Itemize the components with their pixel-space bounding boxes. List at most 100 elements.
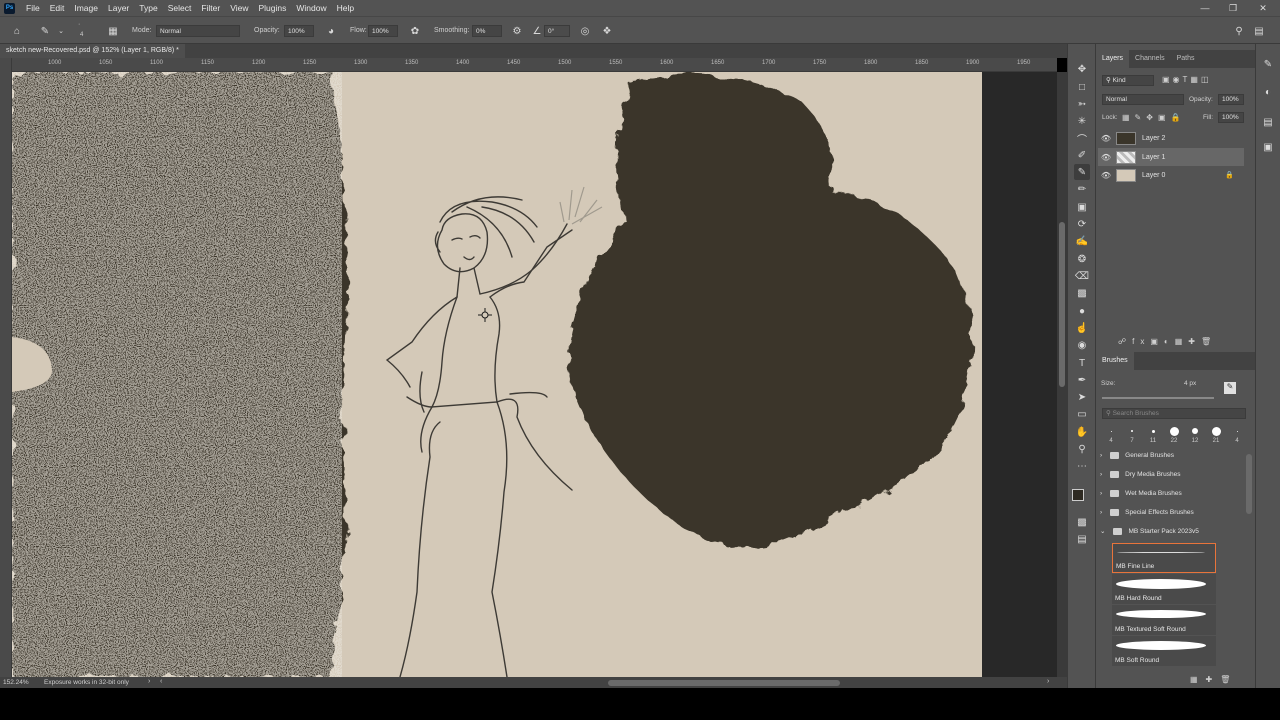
- menu-select[interactable]: Select: [163, 3, 197, 13]
- brush-settings-icon[interactable]: ▦: [106, 24, 120, 38]
- document-tab[interactable]: sketch new-Recovered.psd @ 152% (Layer 1…: [0, 44, 185, 58]
- layer-filter-select[interactable]: ⚲ Kind: [1102, 75, 1154, 86]
- brush-tool-icon[interactable]: ✎: [1074, 164, 1090, 180]
- tab-brushes[interactable]: Brushes: [1096, 352, 1134, 370]
- screen-mode-icon[interactable]: ▤: [1074, 531, 1090, 547]
- dodge-tool-icon[interactable]: ◉: [1074, 337, 1090, 353]
- libraries-panel-icon[interactable]: ▣: [1260, 139, 1276, 155]
- art-history-brush-icon[interactable]: ❂: [1074, 251, 1090, 267]
- brush-folder[interactable]: ⌄ MB Starter Pack 2023v5: [1100, 523, 1240, 539]
- smudge-tool-icon[interactable]: ☝: [1074, 320, 1090, 336]
- vertical-scroll-thumb[interactable]: [1059, 222, 1065, 387]
- adjustments-panel-icon[interactable]: ◐: [1260, 84, 1276, 100]
- brush-size-slider[interactable]: [1102, 397, 1214, 399]
- pressure-size-icon[interactable]: ◎: [578, 24, 592, 38]
- brush-search-input[interactable]: ⚲ Search Brushes: [1102, 408, 1246, 419]
- blur-tool-icon[interactable]: ●: [1074, 303, 1090, 319]
- brush-preset[interactable]: MB Fine Line: [1112, 543, 1216, 573]
- tab-paths[interactable]: Paths: [1171, 50, 1201, 68]
- menu-layer[interactable]: Layer: [103, 3, 134, 13]
- brush-folder[interactable]: › Special Effects Brushes: [1100, 504, 1240, 520]
- pencil-tool-icon[interactable]: ✏: [1074, 181, 1090, 197]
- brush-tool-icon[interactable]: ✎: [38, 24, 52, 38]
- menu-filter[interactable]: Filter: [196, 3, 225, 13]
- pressure-opacity-icon[interactable]: ◕: [324, 24, 338, 38]
- smoothing-options-gear-icon[interactable]: ⚙: [510, 24, 524, 38]
- angle-field[interactable]: 0°: [544, 25, 570, 37]
- smoothing-field[interactable]: 0%: [472, 25, 502, 37]
- brush-actions-icons[interactable]: ▦✚🗑: [1190, 675, 1238, 684]
- lock-options-icons[interactable]: ▦✎✥▣🔒: [1122, 113, 1185, 122]
- recent-brush-tip[interactable]: 22: [1165, 424, 1183, 444]
- search-icon[interactable]: ⚲: [1232, 24, 1246, 38]
- hand-tool-icon[interactable]: ✋: [1074, 424, 1090, 440]
- home-icon[interactable]: ⌂: [10, 24, 24, 38]
- menu-window[interactable]: Window: [291, 3, 331, 13]
- object-select-tool-icon[interactable]: ✳: [1074, 113, 1090, 129]
- visibility-eye-icon[interactable]: 👁: [1098, 171, 1114, 180]
- properties-panel-icon[interactable]: ▤: [1260, 114, 1276, 130]
- flow-field[interactable]: 100%: [368, 25, 398, 37]
- opacity-field[interactable]: 100%: [284, 25, 314, 37]
- blend-mode-select[interactable]: Normal: [1102, 94, 1184, 105]
- status-menu-chevron-icon[interactable]: ›: [148, 678, 150, 685]
- layer-filter-icons[interactable]: ▣◉T▦◫: [1162, 75, 1212, 84]
- rectangle-tool-icon[interactable]: ▭: [1074, 406, 1090, 422]
- layer-row[interactable]: 👁 Layer 1: [1098, 148, 1244, 166]
- marquee-tool-icon[interactable]: □: [1074, 79, 1090, 95]
- clone-stamp-tool-icon[interactable]: ▣: [1074, 199, 1090, 215]
- layer-actions-icons[interactable]: ☍fx▣◐▦✚🗑: [1118, 337, 1217, 346]
- menu-edit[interactable]: Edit: [45, 3, 70, 13]
- close-icon[interactable]: ✕: [1248, 0, 1278, 16]
- menu-file[interactable]: File: [21, 3, 45, 13]
- mode-select[interactable]: Normal: [156, 25, 240, 37]
- eraser-tool-icon[interactable]: ⌫: [1074, 268, 1090, 284]
- canvas[interactable]: [12, 72, 1057, 677]
- vertical-scrollbar[interactable]: [1057, 72, 1067, 677]
- menu-view[interactable]: View: [225, 3, 253, 13]
- tab-channels[interactable]: Channels: [1129, 50, 1171, 68]
- menu-plugins[interactable]: Plugins: [253, 3, 291, 13]
- eyedropper-tool-icon[interactable]: ✐: [1074, 147, 1090, 163]
- recent-brush-tip[interactable]: 11: [1144, 424, 1162, 444]
- minimize-icon[interactable]: —: [1190, 0, 1220, 16]
- horizontal-scroll-thumb[interactable]: [608, 680, 840, 686]
- pen-tool-icon[interactable]: ✒: [1074, 372, 1090, 388]
- more-tools-icon[interactable]: ⋯: [1074, 458, 1090, 474]
- canvas-area[interactable]: [12, 72, 1057, 677]
- lasso-tool-icon[interactable]: ➳: [1074, 96, 1090, 112]
- zoom-readout[interactable]: 152.24%: [3, 679, 29, 686]
- visibility-eye-icon[interactable]: 👁: [1098, 153, 1114, 162]
- visibility-eye-icon[interactable]: 👁: [1098, 134, 1114, 143]
- fill-field[interactable]: 100%: [1218, 112, 1244, 123]
- layer-opacity-field[interactable]: 100%: [1218, 94, 1244, 105]
- restore-icon[interactable]: ❐: [1218, 0, 1248, 16]
- paint-bucket-tool-icon[interactable]: ▩: [1074, 285, 1090, 301]
- brush-folder[interactable]: › General Brushes: [1100, 447, 1240, 463]
- crop-tool-icon[interactable]: ⌒: [1074, 130, 1090, 146]
- menu-type[interactable]: Type: [134, 3, 162, 13]
- symmetry-icon[interactable]: ❖: [600, 24, 614, 38]
- foreground-color-swatch[interactable]: [1072, 489, 1084, 501]
- recent-brush-tip[interactable]: 12: [1186, 424, 1204, 444]
- brush-preset[interactable]: MB Textured Soft Round: [1112, 605, 1216, 635]
- brush-preset-dropdown-icon[interactable]: ⌄: [54, 24, 68, 38]
- layer-row[interactable]: 👁 Layer 2: [1098, 129, 1244, 147]
- brush-folder[interactable]: › Dry Media Brushes: [1100, 466, 1240, 482]
- brush-preset[interactable]: MB Hard Round: [1112, 574, 1216, 604]
- scroll-right-icon[interactable]: ›: [1047, 678, 1049, 685]
- brush-folder[interactable]: › Wet Media Brushes: [1100, 485, 1240, 501]
- menu-help[interactable]: Help: [332, 3, 359, 13]
- layer-row[interactable]: 👁 Layer 0 🔒: [1098, 166, 1244, 184]
- recent-brush-tip[interactable]: 7: [1123, 424, 1141, 444]
- brush-size-dot[interactable]: ·: [78, 21, 80, 28]
- move-tool-icon[interactable]: ✥: [1074, 61, 1090, 77]
- type-tool-icon[interactable]: T: [1074, 355, 1090, 371]
- scroll-left-icon[interactable]: ‹: [160, 678, 162, 685]
- path-select-tool-icon[interactable]: ➤: [1074, 389, 1090, 405]
- recent-brush-tip[interactable]: 4: [1102, 424, 1120, 444]
- brush-preset[interactable]: MB Soft Round: [1112, 636, 1216, 666]
- new-brush-icon[interactable]: ✎: [1224, 382, 1236, 394]
- brushes-scroll-thumb[interactable]: [1246, 454, 1252, 514]
- tab-layers[interactable]: Layers: [1096, 50, 1130, 68]
